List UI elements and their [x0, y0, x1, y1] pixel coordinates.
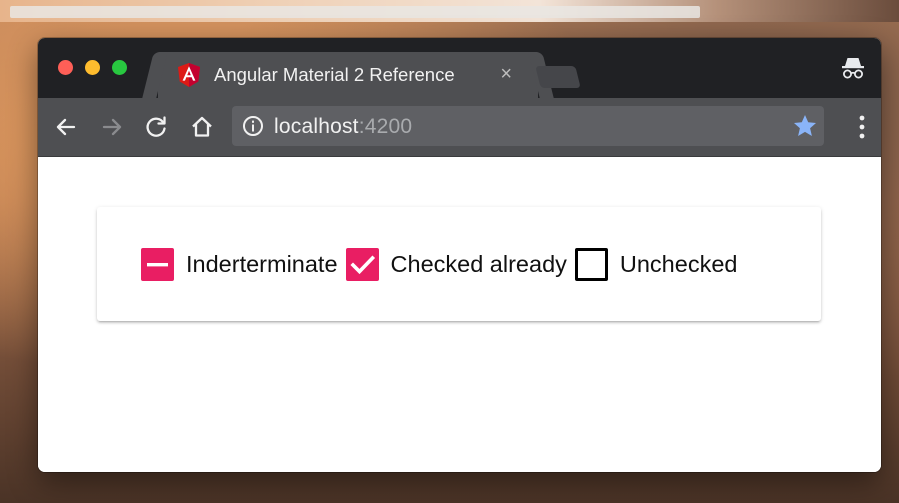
window-controls [58, 60, 127, 75]
checkbox-label: Unchecked [619, 251, 738, 277]
checkbox-indeterminate[interactable]: Inderterminate [141, 248, 346, 281]
close-window-button[interactable] [58, 60, 73, 75]
checkbox-card: Inderterminate Checked already Unchecked [97, 207, 821, 321]
minimize-window-button[interactable] [85, 60, 100, 75]
angular-icon [178, 63, 200, 87]
tab-active[interactable]: Angular Material 2 Reference × [158, 52, 538, 98]
reload-icon[interactable] [142, 113, 170, 141]
arrow-left-icon[interactable] [52, 113, 80, 141]
background-window-edge [10, 6, 700, 18]
arrow-right-icon[interactable] [98, 113, 126, 141]
checked-checkbox-box[interactable] [345, 248, 379, 281]
url-host: localhost [274, 115, 359, 138]
checkmark-icon [349, 255, 375, 275]
unchecked-checkbox-box[interactable] [574, 248, 608, 281]
address-bar[interactable]: localhost:4200 [232, 106, 824, 146]
tab-title: Angular Material 2 Reference [214, 64, 455, 85]
checkbox-group: Inderterminate Checked already Unchecked [141, 248, 745, 281]
checkbox-label: Checked already [390, 251, 567, 277]
home-icon[interactable] [188, 113, 216, 141]
url-port: :4200 [358, 115, 413, 138]
checkbox-unchecked[interactable]: Unchecked [574, 248, 746, 281]
tab-close-icon[interactable]: × [500, 63, 512, 86]
desktop-background-top [0, 0, 899, 22]
info-icon[interactable] [242, 115, 264, 137]
incognito-icon[interactable] [839, 54, 867, 82]
browser-toolbar: localhost:4200 [38, 98, 881, 157]
indeterminate-checkbox-box[interactable] [141, 248, 174, 281]
url-text: localhost:4200 [274, 115, 412, 139]
checkbox-label: Inderterminate [186, 251, 338, 277]
minus-icon [147, 263, 168, 267]
star-icon[interactable] [792, 113, 818, 139]
more-vertical-icon[interactable] [859, 114, 865, 140]
page-content: Inderterminate Checked already Unchecked [38, 157, 881, 472]
tab-strip: Angular Material 2 Reference × [38, 38, 881, 98]
browser-window: Angular Material 2 Reference × localhost… [38, 38, 881, 472]
new-tab-button[interactable] [535, 66, 581, 88]
maximize-window-button[interactable] [112, 60, 127, 75]
checkbox-checked[interactable]: Checked already [345, 248, 575, 281]
